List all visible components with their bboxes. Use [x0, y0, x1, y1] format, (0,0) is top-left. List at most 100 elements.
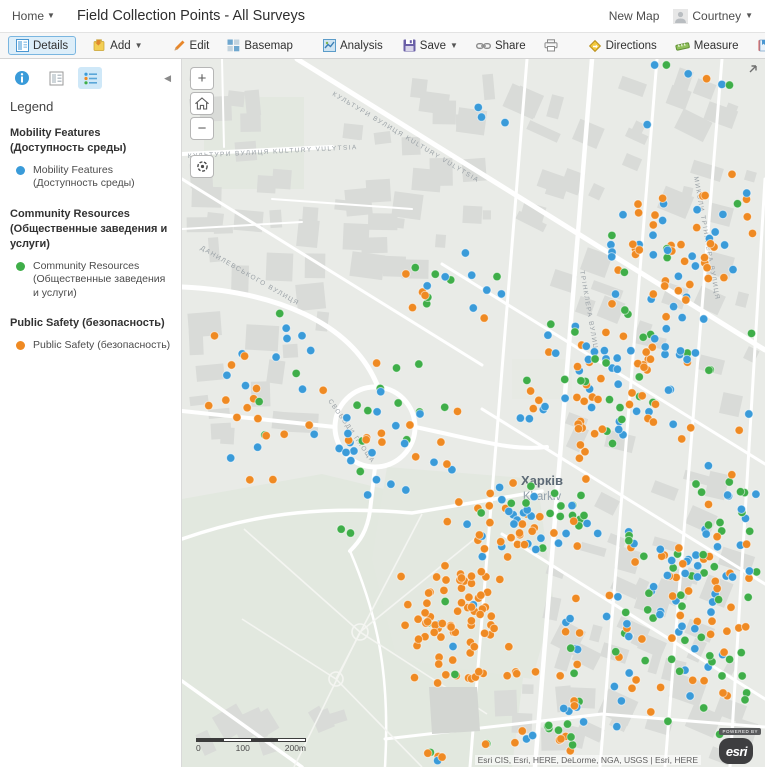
- map-point[interactable]: [494, 482, 505, 493]
- map-point[interactable]: [561, 528, 571, 539]
- zoom-in-button[interactable]: +: [190, 67, 214, 90]
- map-point[interactable]: [617, 414, 627, 425]
- map-point[interactable]: [742, 212, 752, 222]
- map-point[interactable]: [422, 617, 433, 627]
- map-point[interactable]: [279, 429, 289, 439]
- map-point[interactable]: [291, 368, 301, 379]
- map-point[interactable]: [660, 281, 670, 291]
- map-point[interactable]: [703, 520, 714, 530]
- map-point[interactable]: [434, 659, 444, 669]
- map-point[interactable]: [500, 117, 510, 128]
- map-point[interactable]: [610, 289, 621, 299]
- map-point[interactable]: [699, 676, 709, 686]
- map-point[interactable]: [517, 519, 528, 529]
- map-point[interactable]: [624, 399, 635, 410]
- map-point[interactable]: [662, 570, 673, 581]
- map-point[interactable]: [679, 256, 690, 267]
- map-point[interactable]: [719, 272, 729, 283]
- map-point[interactable]: [572, 361, 583, 372]
- map-point[interactable]: [736, 647, 746, 658]
- map-point[interactable]: [572, 659, 582, 670]
- map-point[interactable]: [579, 510, 589, 521]
- map-point[interactable]: [673, 271, 684, 282]
- map-point[interactable]: [710, 227, 720, 237]
- map-point[interactable]: [521, 498, 531, 508]
- map-point[interactable]: [578, 717, 589, 727]
- map-point[interactable]: [441, 575, 451, 585]
- map-point[interactable]: [601, 611, 612, 622]
- map-point[interactable]: [527, 730, 538, 741]
- map-point[interactable]: [586, 402, 597, 413]
- map-point[interactable]: [642, 119, 652, 130]
- map-point[interactable]: [497, 495, 507, 505]
- map-point[interactable]: [466, 571, 477, 581]
- map-point[interactable]: [700, 190, 710, 201]
- map-point[interactable]: [718, 209, 728, 220]
- map-point[interactable]: [414, 359, 424, 369]
- map-point[interactable]: [676, 239, 686, 250]
- map-point[interactable]: [309, 429, 319, 439]
- map-point[interactable]: [391, 421, 401, 431]
- map-point[interactable]: [696, 632, 706, 642]
- map-point[interactable]: [429, 457, 439, 467]
- map-point[interactable]: [504, 506, 514, 517]
- map-point[interactable]: [204, 400, 214, 411]
- details-button[interactable]: Details: [8, 36, 77, 55]
- map-point[interactable]: [662, 245, 673, 256]
- map-point[interactable]: [452, 606, 463, 616]
- map-point[interactable]: [743, 592, 753, 602]
- map-point[interactable]: [601, 358, 611, 368]
- map-point[interactable]: [485, 488, 495, 499]
- map-point[interactable]: [386, 479, 396, 489]
- map-point[interactable]: [515, 413, 526, 423]
- map-point[interactable]: [496, 289, 507, 299]
- map-point[interactable]: [367, 448, 377, 458]
- map-point[interactable]: [226, 453, 236, 463]
- map-point[interactable]: [221, 395, 231, 405]
- map-point[interactable]: [719, 240, 730, 250]
- map-point[interactable]: [581, 474, 591, 484]
- user-menu[interactable]: Courtney ▼: [673, 8, 753, 24]
- map-point[interactable]: [596, 373, 606, 384]
- map-point[interactable]: [612, 364, 623, 374]
- map-point[interactable]: [282, 333, 292, 344]
- map-point[interactable]: [618, 210, 628, 220]
- map-point[interactable]: [688, 675, 698, 685]
- map-point[interactable]: [709, 562, 719, 572]
- map-point[interactable]: [409, 672, 420, 683]
- map-point[interactable]: [668, 419, 678, 429]
- map-point[interactable]: [639, 551, 649, 561]
- map-point[interactable]: [597, 424, 607, 434]
- map-point[interactable]: [528, 403, 538, 414]
- map-point[interactable]: [646, 707, 656, 717]
- map-point[interactable]: [401, 485, 411, 495]
- map-point[interactable]: [718, 688, 728, 698]
- about-tab[interactable]: [10, 67, 34, 89]
- map-point[interactable]: [639, 362, 649, 372]
- map-point[interactable]: [570, 327, 580, 337]
- map-point[interactable]: [420, 608, 430, 618]
- map-point[interactable]: [502, 552, 513, 562]
- map-point[interactable]: [275, 308, 285, 319]
- map-point[interactable]: [612, 353, 622, 363]
- map-point[interactable]: [232, 412, 242, 423]
- map-point[interactable]: [630, 557, 640, 567]
- map-point[interactable]: [746, 328, 757, 339]
- map-point[interactable]: [355, 466, 366, 477]
- map-point[interactable]: [691, 479, 701, 489]
- map-point[interactable]: [504, 642, 514, 652]
- map-point[interactable]: [741, 622, 751, 632]
- map-point[interactable]: [634, 245, 644, 255]
- map-point[interactable]: [607, 299, 617, 309]
- map-point[interactable]: [648, 230, 658, 240]
- map-point[interactable]: [706, 607, 716, 617]
- map-point[interactable]: [376, 428, 387, 438]
- map-point[interactable]: [650, 210, 660, 220]
- home-extent-button[interactable]: [190, 92, 214, 115]
- map-point[interactable]: [431, 572, 442, 582]
- map-point[interactable]: [618, 331, 629, 341]
- map-point[interactable]: [525, 386, 536, 396]
- map-point[interactable]: [627, 388, 637, 398]
- map-point[interactable]: [683, 586, 694, 596]
- map-point[interactable]: [429, 627, 439, 638]
